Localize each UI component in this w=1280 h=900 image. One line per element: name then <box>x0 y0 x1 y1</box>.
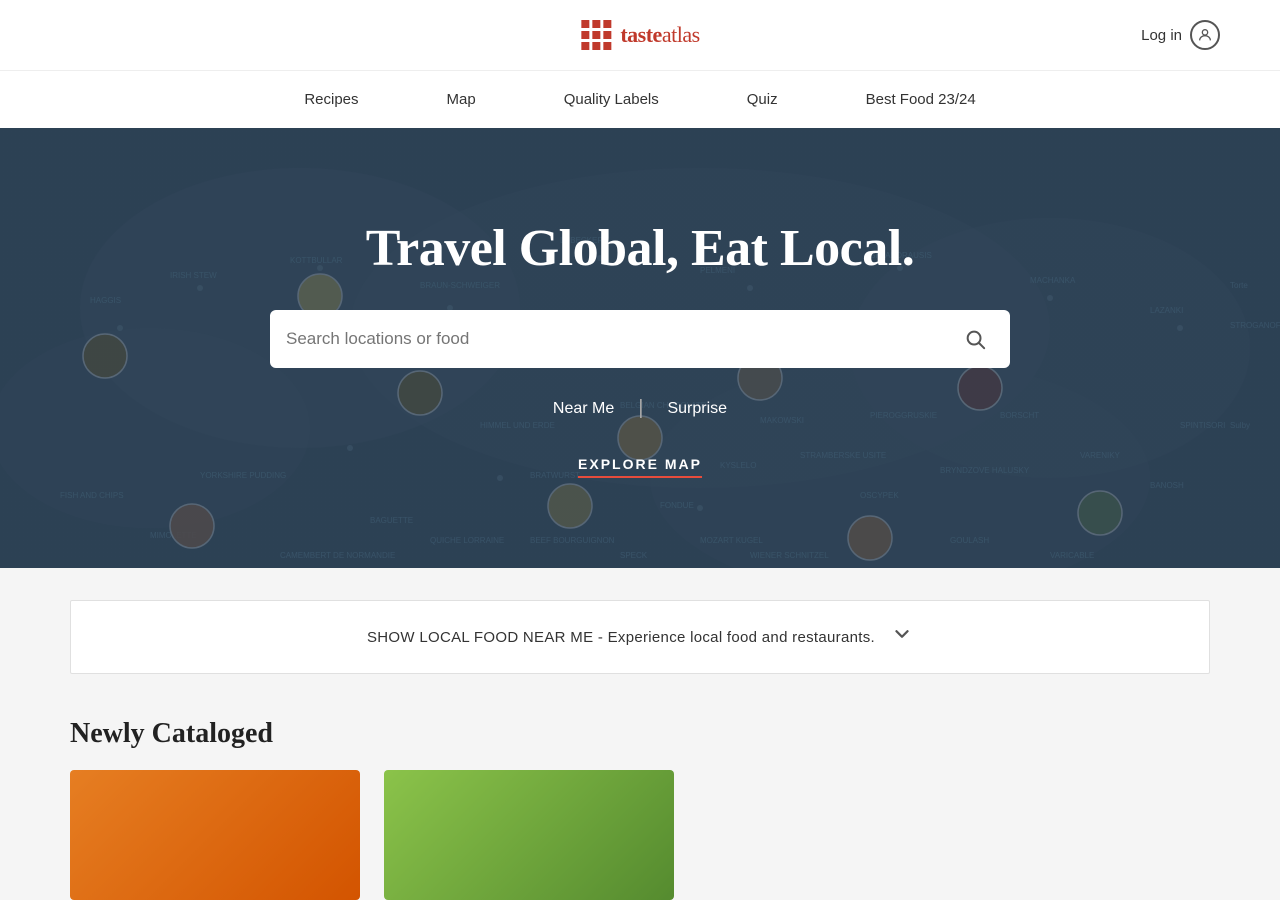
nav-bar: Recipes Map Quality Labels Quiz Best Foo… <box>0 70 1280 128</box>
user-icon <box>1190 20 1220 50</box>
logo[interactable]: tasteatlas <box>580 19 699 51</box>
hero-section: HAGGIS IRISH STEW KOTTBULLAR BRAUN-SCHWE… <box>0 128 1280 568</box>
search-icon <box>964 328 986 350</box>
local-food-banner[interactable]: SHOW LOCAL FOOD NEAR ME - Experience loc… <box>70 600 1210 674</box>
logo-suffix: atlas <box>662 22 700 47</box>
section-title: Newly Cataloged <box>70 718 1210 750</box>
quick-links: Near Me | Surprise <box>529 392 751 426</box>
near-me-link[interactable]: Near Me <box>529 392 638 426</box>
login-label: Log in <box>1141 27 1182 44</box>
nav-item-recipes[interactable]: Recipes <box>300 83 362 116</box>
chevron-down-icon <box>891 623 913 651</box>
header: tasteatlas Log in <box>0 0 1280 70</box>
hero-content: Travel Global, Eat Local. Near Me | Surp… <box>0 219 1280 478</box>
catalog-card-2[interactable] <box>384 770 674 900</box>
surprise-link[interactable]: Surprise <box>643 392 751 426</box>
nav-item-quality-labels[interactable]: Quality Labels <box>560 83 663 116</box>
logo-text: tasteatlas <box>620 22 699 48</box>
search-bar <box>270 310 1010 368</box>
nav-item-best-food[interactable]: Best Food 23/24 <box>862 83 980 116</box>
logo-prefix: taste <box>620 22 661 47</box>
newly-cataloged-section: Newly Cataloged <box>0 698 1280 900</box>
local-food-text: SHOW LOCAL FOOD NEAR ME - Experience loc… <box>367 629 875 646</box>
logo-icon <box>580 19 612 51</box>
hero-title: Travel Global, Eat Local. <box>366 219 914 278</box>
explore-map-button[interactable]: EXPLORE MAP <box>578 456 702 478</box>
cards-row <box>70 770 1210 900</box>
nav-item-map[interactable]: Map <box>443 83 480 116</box>
catalog-card-1[interactable] <box>70 770 360 900</box>
search-input[interactable] <box>286 329 956 349</box>
nav-item-quiz[interactable]: Quiz <box>743 83 782 116</box>
search-button[interactable] <box>956 320 994 358</box>
login-button[interactable]: Log in <box>1141 20 1220 50</box>
